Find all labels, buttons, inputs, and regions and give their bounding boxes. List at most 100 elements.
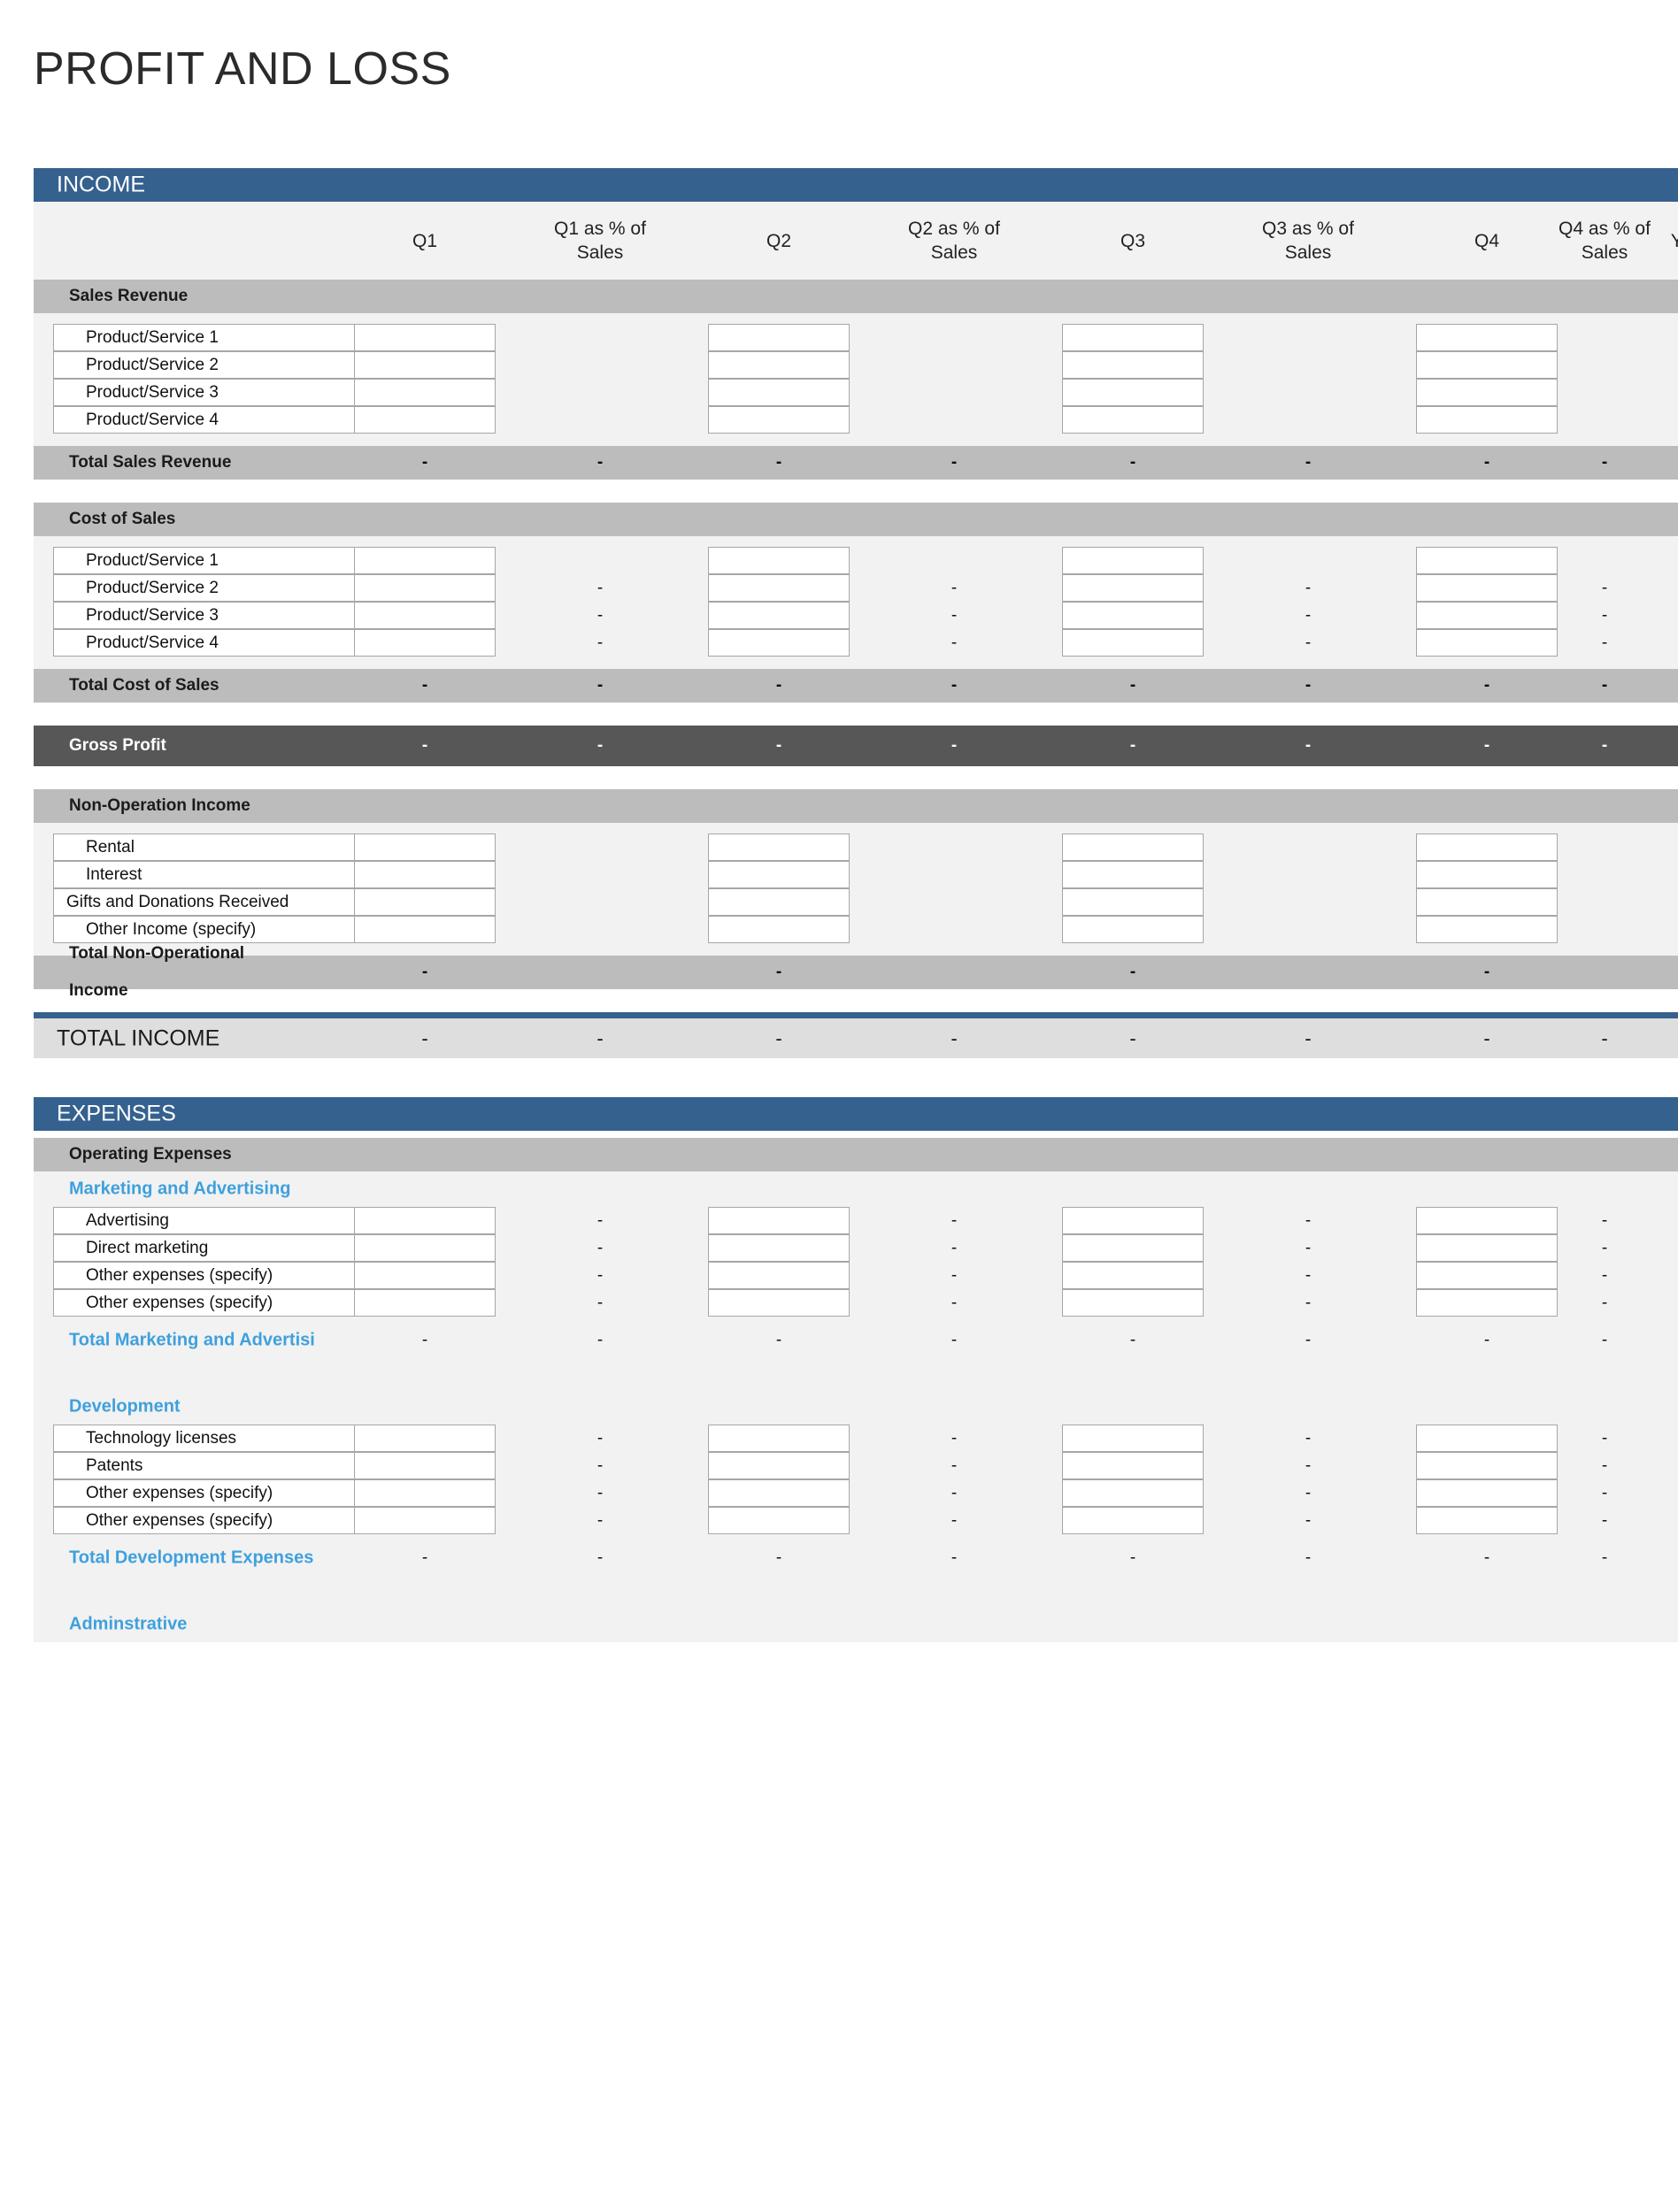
amount-input-q3[interactable] xyxy=(1062,1507,1204,1534)
line-item-name-input[interactable]: Product/Service 3 xyxy=(53,379,404,406)
amount-input-q2[interactable] xyxy=(708,1507,850,1534)
line-item-name-input[interactable]: Product/Service 1 xyxy=(53,547,404,574)
amount-input-q1[interactable] xyxy=(354,916,496,943)
amount-input-q1[interactable] xyxy=(354,602,496,629)
amount-input-q3[interactable] xyxy=(1062,1479,1204,1507)
line-item-name-input[interactable]: Interest xyxy=(53,861,404,888)
amount-input-q3[interactable] xyxy=(1062,861,1204,888)
amount-input-q1[interactable] xyxy=(354,888,496,916)
amount-input-q3[interactable] xyxy=(1062,833,1204,861)
amount-input-q4[interactable] xyxy=(1416,833,1558,861)
amount-input-q2[interactable] xyxy=(708,833,850,861)
amount-input-q1[interactable] xyxy=(354,629,496,657)
amount-input-q2[interactable] xyxy=(708,547,850,574)
amount-input-q3[interactable] xyxy=(1062,1207,1204,1234)
line-item-name-text: Interest xyxy=(86,864,142,884)
line-item-name-input[interactable]: Technology licenses xyxy=(53,1425,404,1452)
amount-input-q3[interactable] xyxy=(1062,406,1204,434)
amount-input-q3[interactable] xyxy=(1062,1425,1204,1452)
line-item-name-input[interactable]: Product/Service 1 xyxy=(53,324,404,351)
amount-input-q4[interactable] xyxy=(1416,406,1558,434)
amount-input-q2[interactable] xyxy=(708,1289,850,1317)
amount-input-q3[interactable] xyxy=(1062,1234,1204,1262)
amount-input-q1[interactable] xyxy=(354,574,496,602)
amount-input-q4[interactable] xyxy=(1416,1289,1558,1317)
amount-input-q4[interactable] xyxy=(1416,547,1558,574)
amount-input-q4[interactable] xyxy=(1416,888,1558,916)
amount-input-q2[interactable] xyxy=(708,1425,850,1452)
line-item-name-input[interactable]: Advertising xyxy=(53,1207,404,1234)
amount-input-q3[interactable] xyxy=(1062,602,1204,629)
amount-input-q4[interactable] xyxy=(1416,861,1558,888)
line-item-name-input[interactable]: Other expenses (specify) xyxy=(53,1262,404,1289)
line-item-name-input[interactable]: Product/Service 4 xyxy=(53,629,404,657)
amount-input-q2[interactable] xyxy=(708,574,850,602)
amount-input-q1[interactable] xyxy=(354,861,496,888)
amount-input-q2[interactable] xyxy=(708,406,850,434)
amount-input-q1[interactable] xyxy=(354,1507,496,1534)
amount-input-q2[interactable] xyxy=(708,1207,850,1234)
amount-input-q3[interactable] xyxy=(1062,351,1204,379)
amount-input-q1[interactable] xyxy=(354,1479,496,1507)
line-item-name-input[interactable]: Product/Service 2 xyxy=(53,351,404,379)
amount-input-q4[interactable] xyxy=(1416,629,1558,657)
amount-input-q1[interactable] xyxy=(354,1289,496,1317)
amount-input-q1[interactable] xyxy=(354,1207,496,1234)
amount-input-q3[interactable] xyxy=(1062,324,1204,351)
amount-input-q4[interactable] xyxy=(1416,574,1558,602)
amount-input-q2[interactable] xyxy=(708,1479,850,1507)
amount-input-q2[interactable] xyxy=(708,916,850,943)
amount-input-q1[interactable] xyxy=(354,547,496,574)
line-item-name-input[interactable]: Patents xyxy=(53,1452,404,1479)
amount-input-q1[interactable] xyxy=(354,1452,496,1479)
line-item-name-input[interactable]: Product/Service 2 xyxy=(53,574,404,602)
line-item-name-input[interactable]: Product/Service 4 xyxy=(53,406,404,434)
amount-input-q4[interactable] xyxy=(1416,1262,1558,1289)
amount-input-q3[interactable] xyxy=(1062,1289,1204,1317)
amount-input-q2[interactable] xyxy=(708,861,850,888)
amount-input-q4[interactable] xyxy=(1416,324,1558,351)
amount-input-q2[interactable] xyxy=(708,602,850,629)
line-item-name-input[interactable]: Rental xyxy=(53,833,404,861)
amount-input-q4[interactable] xyxy=(1416,916,1558,943)
amount-input-q4[interactable] xyxy=(1416,1452,1558,1479)
amount-input-q1[interactable] xyxy=(354,833,496,861)
line-item-name-input[interactable]: Direct marketing xyxy=(53,1234,404,1262)
amount-input-q3[interactable] xyxy=(1062,916,1204,943)
amount-input-q1[interactable] xyxy=(354,379,496,406)
amount-input-q4[interactable] xyxy=(1416,1234,1558,1262)
amount-input-q2[interactable] xyxy=(708,351,850,379)
amount-input-q4[interactable] xyxy=(1416,379,1558,406)
amount-input-q2[interactable] xyxy=(708,888,850,916)
amount-input-q4[interactable] xyxy=(1416,1479,1558,1507)
amount-input-q4[interactable] xyxy=(1416,351,1558,379)
amount-input-q2[interactable] xyxy=(708,379,850,406)
amount-input-q2[interactable] xyxy=(708,324,850,351)
amount-input-q2[interactable] xyxy=(708,1452,850,1479)
amount-input-q4[interactable] xyxy=(1416,1425,1558,1452)
amount-input-q3[interactable] xyxy=(1062,1262,1204,1289)
amount-input-q1[interactable] xyxy=(354,1425,496,1452)
amount-input-q3[interactable] xyxy=(1062,888,1204,916)
amount-input-q3[interactable] xyxy=(1062,547,1204,574)
line-item-name-input[interactable]: Product/Service 3 xyxy=(53,602,404,629)
amount-input-q1[interactable] xyxy=(354,1234,496,1262)
amount-input-q3[interactable] xyxy=(1062,1452,1204,1479)
amount-input-q3[interactable] xyxy=(1062,379,1204,406)
amount-input-q2[interactable] xyxy=(708,1262,850,1289)
amount-input-q2[interactable] xyxy=(708,1234,850,1262)
amount-input-q1[interactable] xyxy=(354,1262,496,1289)
line-item-name-input[interactable]: Other expenses (specify) xyxy=(53,1289,404,1317)
amount-input-q3[interactable] xyxy=(1062,574,1204,602)
amount-input-q4[interactable] xyxy=(1416,602,1558,629)
amount-input-q3[interactable] xyxy=(1062,629,1204,657)
amount-input-q4[interactable] xyxy=(1416,1207,1558,1234)
amount-input-q1[interactable] xyxy=(354,324,496,351)
amount-input-q1[interactable] xyxy=(354,406,496,434)
amount-input-q4[interactable] xyxy=(1416,1507,1558,1534)
line-item-name-input[interactable]: Other expenses (specify) xyxy=(53,1479,404,1507)
line-item-name-input[interactable]: Other expenses (specify) xyxy=(53,1507,404,1534)
amount-input-q1[interactable] xyxy=(354,351,496,379)
amount-input-q2[interactable] xyxy=(708,629,850,657)
line-item-name-input[interactable]: Gifts and Donations Received xyxy=(53,888,404,916)
